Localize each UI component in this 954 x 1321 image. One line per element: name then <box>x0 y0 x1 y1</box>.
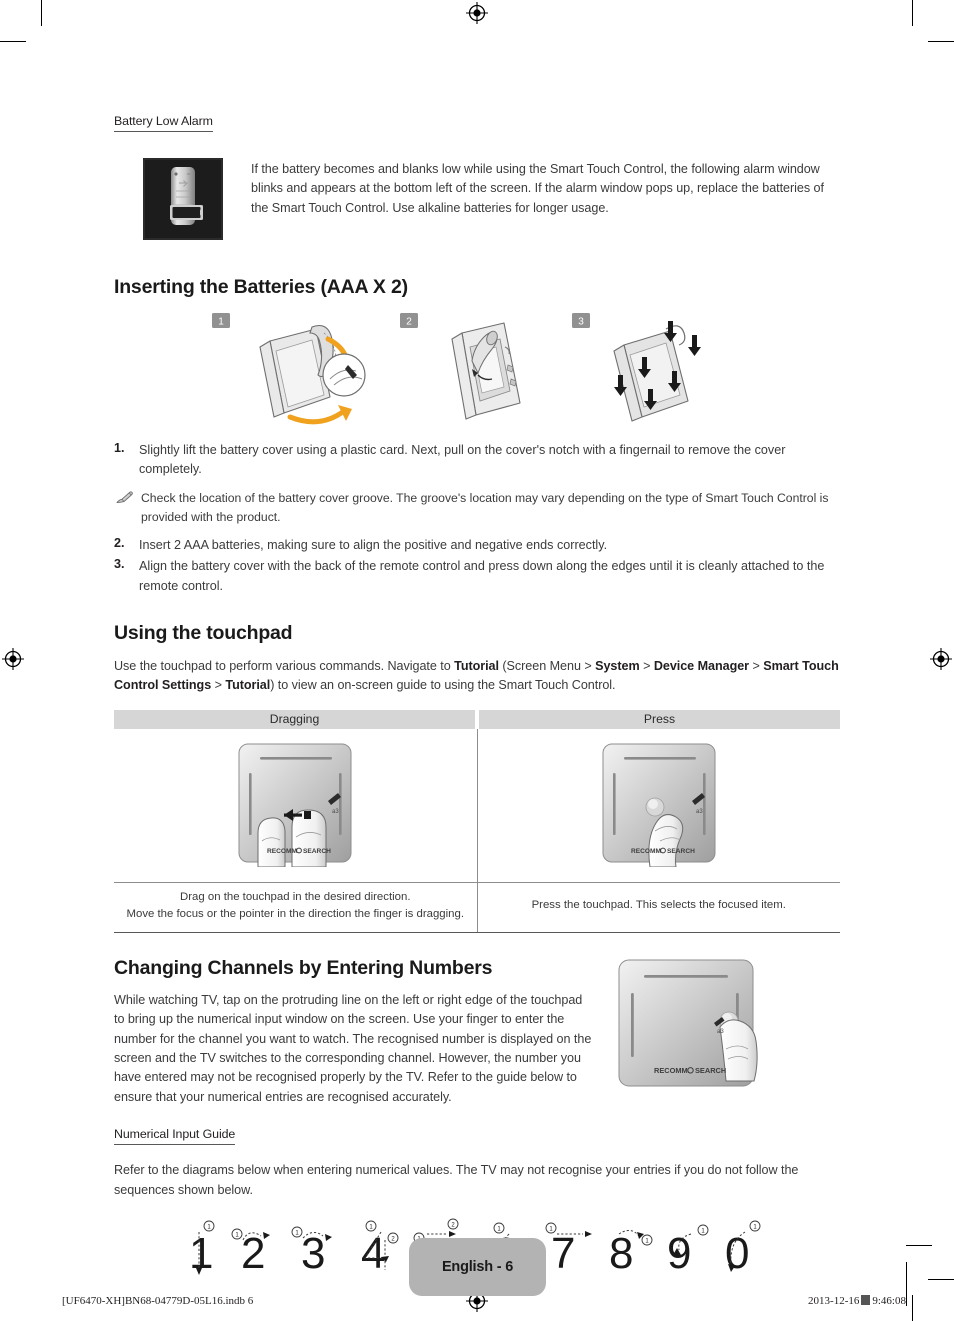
numerical-input-guide-body: Refer to the diagrams below when enterin… <box>114 1163 799 1197</box>
touchpad-header-dragging: Dragging <box>114 709 479 729</box>
battery-low-alarm-section: Battery Low Alarm If the battery becomes… <box>114 0 840 240</box>
battery-step-text: Slightly lift the battery cover using a … <box>139 443 786 477</box>
touchpad-header-press: Press <box>477 709 840 729</box>
intro-part-3: > <box>639 659 654 674</box>
numeral-glyph-1: 1 <box>189 1229 213 1278</box>
touchpad-table-image-row: a3 RECOMM. SEARCH a3 RECOMM. SEARCH <box>114 728 840 883</box>
touchpad-dragging-caption: Drag on the touchpad in the desired dire… <box>114 882 478 933</box>
note-text: Check the location of the battery cover … <box>141 490 829 524</box>
using-touchpad-heading: Using the touchpad <box>114 622 293 645</box>
changing-channels-image-column: a3 RECOMM. SEARCH <box>616 957 761 1099</box>
battery-diagram-label-2: 2 <box>406 317 412 328</box>
intro-part-1: Use the touchpad to perform various comm… <box>114 659 455 674</box>
touchpad-edge-tap-illustration: a3 RECOMM. SEARCH <box>618 959 758 1087</box>
battery-step-item: 1. Slightly lift the battery cover using… <box>114 441 840 480</box>
page-number-badge: English - 6 <box>409 1238 546 1296</box>
crop-mark-top-left-vertical <box>41 0 43 26</box>
battery-step-number: 1. <box>114 441 125 455</box>
battery-step-item: 2. Insert 2 AAA batteries, making sure t… <box>114 536 840 555</box>
changing-channels-heading: Changing Channels by Entering Numbers <box>114 956 493 979</box>
battery-diagram-label-1: 1 <box>218 317 224 328</box>
trim-mark-right <box>906 1245 932 1247</box>
intro-part-2: (Screen Menu > <box>498 659 596 674</box>
svg-text:a3: a3 <box>332 809 339 815</box>
battery-step-number: 2. <box>114 535 125 550</box>
note-pencil-icon <box>116 489 141 527</box>
battery-low-alarm-heading: Battery Low Alarm <box>114 114 213 132</box>
battery-diagram-label-3: 3 <box>578 317 584 328</box>
numeral-glyph-8: 8 <box>609 1229 633 1278</box>
crop-mark-top-right-vertical <box>911 0 913 26</box>
intro-part-5: > <box>211 678 226 693</box>
crop-mark-bottom-right-vertical <box>911 1295 913 1321</box>
footer-date: 2013-12-16 <box>808 1295 860 1307</box>
touchpad-table-caption-row: Drag on the touchpad in the desired dire… <box>114 882 840 933</box>
battery-low-alarm-row: If the battery becomes and blanks low wh… <box>114 154 840 240</box>
battery-insertion-diagrams: 1 2 3 <box>114 313 840 425</box>
touchpad-gestures-table: Dragging Press a3 RECOMM. SEARCH a3 RECO… <box>114 709 840 933</box>
touchpad-press-illustration: a3 RECOMM. SEARCH <box>602 743 716 868</box>
intro-bold-tutorial-1: Tutorial <box>454 659 499 674</box>
touchpad-dragging-image-cell: a3 RECOMM. SEARCH <box>114 728 478 883</box>
battery-step-text: Insert 2 AAA batteries, making sure to a… <box>139 537 608 552</box>
page-content: Battery Low Alarm If the battery becomes… <box>114 0 840 1321</box>
numerical-input-guide-heading: Numerical Input Guide <box>114 1127 235 1146</box>
registration-mark-right <box>930 648 952 670</box>
numeral-glyph-0: 0 <box>725 1229 749 1278</box>
changing-channels-body: While watching TV, tap on the protruding… <box>114 992 592 1104</box>
changing-channels-row: Changing Channels by Entering Numbers Wh… <box>114 957 840 1107</box>
battery-step-text: Align the battery cover with the back of… <box>139 559 825 593</box>
touchpad-label-search: SEARCH <box>303 848 331 855</box>
footer-timestamp: 2013-12-16 9:46:08 <box>808 1295 906 1307</box>
battery-step-item: 3. Align the battery cover with the back… <box>114 557 840 596</box>
touchpad-dragging-illustration: a3 RECOMM. SEARCH <box>238 743 352 868</box>
registration-mark-left <box>2 648 24 670</box>
svg-text:a3: a3 <box>717 1029 724 1035</box>
footer-glyph-box <box>861 1295 871 1305</box>
touchpad-press-caption: Press the touchpad. This selects the foc… <box>477 882 840 933</box>
battery-cover-groove-note: Check the location of the battery cover … <box>116 489 840 527</box>
crop-mark-top-right-horizontal <box>928 41 954 43</box>
crop-mark-bottom-right-horizontal <box>928 1278 954 1280</box>
battery-diagram-step-2: 2 <box>400 313 521 420</box>
battery-steps-list: 1. Slightly lift the battery cover using… <box>114 441 840 596</box>
intro-part-4: > <box>749 659 764 674</box>
footer-time: 9:46:08 <box>872 1295 906 1307</box>
numeral-glyph-4: 4 <box>361 1229 385 1278</box>
inserting-batteries-section: Inserting the Batteries (AAA X 2) 1 2 3 … <box>114 276 840 596</box>
intro-bold-system: System <box>595 659 640 674</box>
battery-step-note-wrapper: Check the location of the battery cover … <box>114 489 840 527</box>
battery-low-alarm-image <box>143 158 223 240</box>
intro-bold-device-manager: Device Manager <box>653 659 750 674</box>
inserting-batteries-heading: Inserting the Batteries (AAA X 2) <box>114 276 408 298</box>
battery-diagram-step-3: 3 <box>572 313 701 422</box>
touchpad-label-recomm: RECOMM. <box>267 848 299 855</box>
changing-channels-section: Changing Channels by Entering Numbers Wh… <box>114 957 840 1107</box>
svg-text:a3: a3 <box>696 809 703 815</box>
intro-bold-tutorial-2: Tutorial <box>225 678 271 693</box>
changing-channels-text-column: Changing Channels by Entering Numbers Wh… <box>114 957 592 1107</box>
battery-low-alarm-text: If the battery becomes and blanks low wh… <box>251 162 824 215</box>
touchpad-label-recomm: RECOMM. <box>654 1066 690 1075</box>
numeral-glyph-7: 7 <box>551 1229 575 1278</box>
crop-mark-top-left-horizontal <box>0 41 26 43</box>
touchpad-press-image-cell: a3 RECOMM. SEARCH <box>477 728 840 883</box>
intro-part-6: ) to view an on-screen guide to using th… <box>270 678 616 693</box>
numeral-glyph-2: 2 <box>241 1229 265 1278</box>
battery-diagram-step-1: 1 <box>212 313 366 425</box>
using-touchpad-intro: Use the touchpad to perform various comm… <box>114 657 840 696</box>
touchpad-label-search: SEARCH <box>695 1066 726 1075</box>
footer-file-name: [UF6470-XH]BN68-04779D-05L16.indb 6 <box>62 1295 254 1307</box>
touchpad-label-search: SEARCH <box>667 848 695 855</box>
battery-step-number: 3. <box>114 557 125 572</box>
touchpad-label-recomm: RECOMM. <box>631 848 663 855</box>
touchpad-table-header-row: Dragging Press <box>114 709 840 729</box>
using-touchpad-section: Using the touchpad Use the touchpad to p… <box>114 622 840 933</box>
